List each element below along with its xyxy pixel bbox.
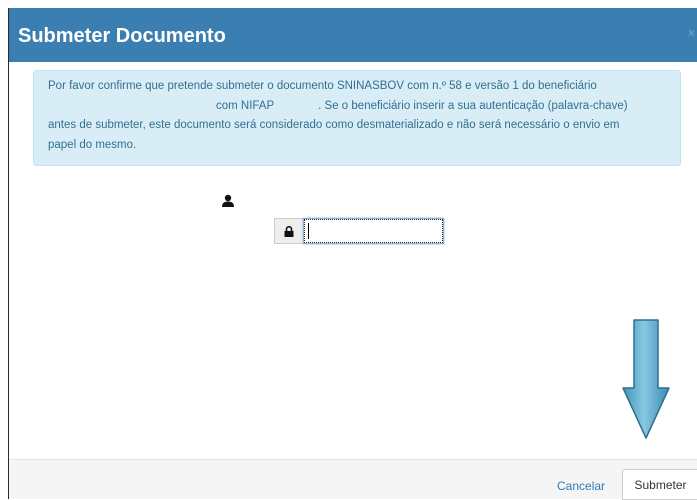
lock-icon bbox=[284, 225, 294, 237]
alert-line-3: antes de submeter, este documento será c… bbox=[48, 119, 620, 131]
dialog-title: Submeter Documento bbox=[18, 24, 226, 47]
password-input[interactable] bbox=[303, 218, 444, 244]
close-button[interactable]: × bbox=[688, 26, 695, 40]
lock-addon bbox=[274, 218, 304, 244]
dialog-header: Submeter Documento × bbox=[9, 8, 697, 62]
info-alert: Por favor confirme que pretende submeter… bbox=[33, 70, 681, 166]
alert-line-1: Por favor confirme que pretende submeter… bbox=[48, 80, 597, 92]
user-icon bbox=[222, 194, 234, 207]
dialog-footer: Cancelar Submeter bbox=[9, 459, 697, 500]
alert-line-2-nifap: com NIFAP bbox=[216, 99, 275, 112]
alert-line-4: papel do mesmo. bbox=[48, 138, 137, 151]
alert-line-2: com NIFAP . Se o beneficiário inserir a s… bbox=[48, 97, 670, 117]
cancel-button[interactable]: Cancelar bbox=[557, 479, 605, 493]
arrow-down-icon bbox=[622, 319, 670, 439]
text-caret bbox=[308, 223, 309, 239]
submit-document-dialog: Submeter Documento × Por favor confirme … bbox=[8, 8, 697, 500]
submit-button[interactable]: Submeter bbox=[622, 469, 697, 500]
alert-line-2-rest: . Se o beneficiário inserir a sua autent… bbox=[318, 99, 628, 112]
